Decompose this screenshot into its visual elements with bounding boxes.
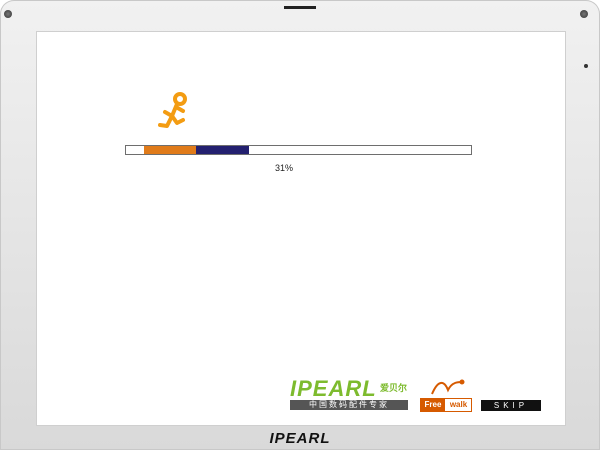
ipearl-logo-chinese: 爱贝尔 [380,383,408,393]
freewalk-walk-text: walk [449,400,468,409]
freewalk-arrow-icon [431,379,465,395]
top-notch [280,0,320,10]
ipearl-logo: IPEARL 爱贝尔 中国数码配件专家 [290,376,410,410]
progress-fill-orange [144,146,196,154]
screw-icon [4,10,12,18]
ipearl-tagline: 中国数码配件专家 [290,400,408,410]
device-frame: 31% IPEARL 爱贝尔 中国数码配件专家 Free walk SKIP I… [0,0,600,450]
ipearl-logo-text: IPEARL [290,376,377,401]
skip-button[interactable]: SKIP [481,400,541,411]
freewalk-badge: Free walk [420,398,472,412]
bottom-ipearl-logo: IPEARL [269,430,331,447]
freewalk-logo: Free walk [420,378,472,412]
screw-icon [580,10,588,18]
progress-fill-navy [196,146,249,154]
freewalk-free-text: Free [421,399,445,411]
indicator-light [584,64,588,68]
running-person-icon [158,92,187,128]
progress-percent-label: 31% [274,163,293,173]
loading-screen [36,31,566,426]
loading-progress-bar [125,145,472,155]
